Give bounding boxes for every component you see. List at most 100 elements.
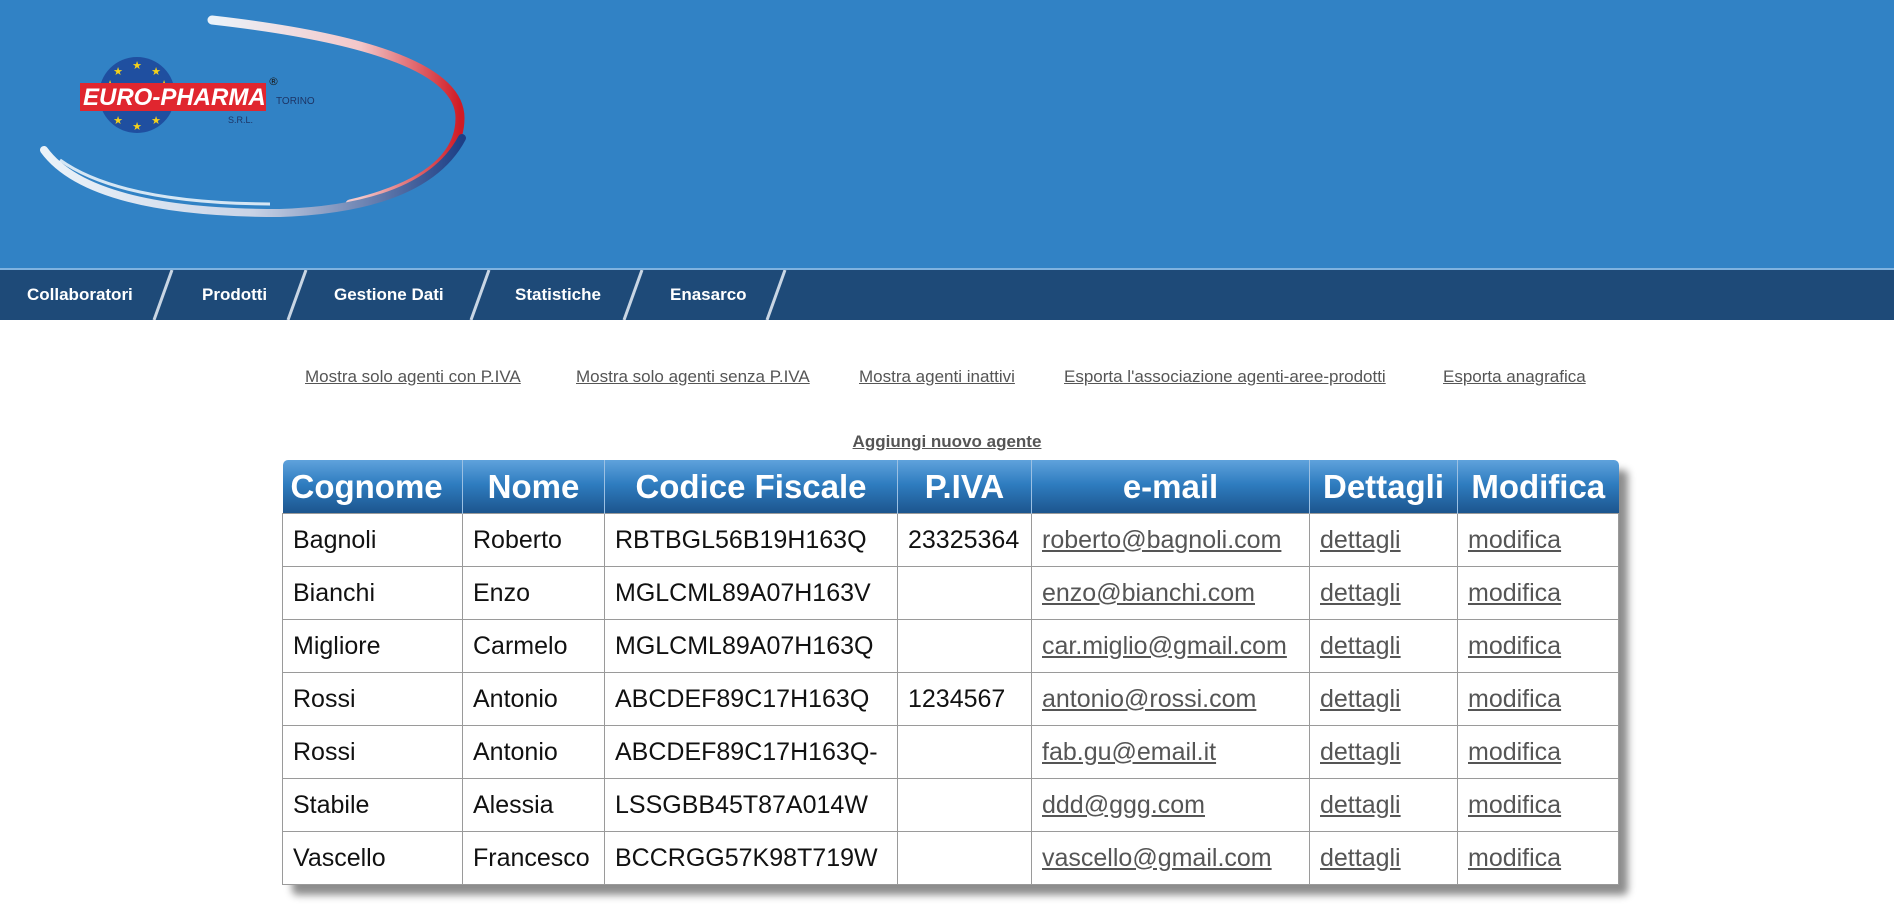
- filter-with-piva-link[interactable]: Mostra solo agenti con P.IVA: [305, 367, 521, 387]
- edit-link[interactable]: modifica: [1468, 632, 1561, 660]
- cell-piva: [897, 725, 1032, 779]
- table-row: Stabile Alessia LSSGBB45T87A014W ddd@ggg…: [282, 778, 1619, 832]
- table-header-row: Cognome Nome Codice Fiscale P.IVA e-mail…: [282, 460, 1619, 514]
- svg-text:★: ★: [113, 65, 123, 78]
- svg-text:★: ★: [113, 114, 123, 127]
- edit-link[interactable]: modifica: [1468, 738, 1561, 766]
- svg-text:TORINO: TORINO: [276, 96, 315, 107]
- cell-modifica: modifica: [1457, 831, 1619, 885]
- details-link[interactable]: dettagli: [1320, 791, 1401, 819]
- cell-cognome: Vascello: [282, 831, 463, 885]
- svg-text:★: ★: [151, 114, 161, 127]
- email-link[interactable]: antonio@rossi.com: [1042, 685, 1256, 713]
- add-agent-container: Aggiungi nuovo agente: [0, 432, 1894, 452]
- cell-email: antonio@rossi.com: [1031, 672, 1310, 726]
- table-row: Rossi Antonio ABCDEF89C17H163Q- fab.gu@e…: [282, 725, 1619, 779]
- cell-codice-fiscale: MGLCML89A07H163Q: [604, 619, 898, 673]
- cell-dettagli: dettagli: [1309, 725, 1458, 779]
- cell-cognome: Bagnoli: [282, 513, 463, 567]
- email-link[interactable]: vascello@gmail.com: [1042, 844, 1272, 872]
- nav-separator: [286, 270, 308, 320]
- cell-email: enzo@bianchi.com: [1031, 566, 1310, 620]
- cell-modifica: modifica: [1457, 778, 1619, 832]
- nav-item-collaboratori[interactable]: Collaboratori: [27, 270, 133, 320]
- cell-nome: Enzo: [462, 566, 605, 620]
- email-link[interactable]: car.miglio@gmail.com: [1042, 632, 1287, 660]
- site-header: ★ ★ ★ ★ ★ ★ ★ ★ ★ ★ EURO-PHARMA ® TORINO…: [0, 0, 1894, 268]
- column-header-nome: Nome: [462, 460, 605, 514]
- cell-codice-fiscale: ABCDEF89C17H163Q-: [604, 725, 898, 779]
- column-header-modifica: Modifica: [1457, 460, 1619, 514]
- table-row: Bagnoli Roberto RBTBGL56B19H163Q 2332536…: [282, 513, 1619, 567]
- show-inactive-agents-link[interactable]: Mostra agenti inattivi: [859, 367, 1015, 387]
- nav-item-enasarco[interactable]: Enasarco: [670, 270, 747, 320]
- company-logo[interactable]: ★ ★ ★ ★ ★ ★ ★ ★ ★ ★ EURO-PHARMA ® TORINO…: [30, 8, 470, 228]
- agents-table-container: Cognome Nome Codice Fiscale P.IVA e-mail…: [282, 460, 1619, 885]
- nav-item-gestione-dati[interactable]: Gestione Dati: [334, 270, 444, 320]
- column-header-cognome: Cognome: [282, 460, 463, 514]
- cell-modifica: modifica: [1457, 672, 1619, 726]
- add-agent-link[interactable]: Aggiungi nuovo agente: [853, 432, 1042, 451]
- cell-dettagli: dettagli: [1309, 619, 1458, 673]
- details-link[interactable]: dettagli: [1320, 844, 1401, 872]
- nav-separator: [622, 270, 644, 320]
- cell-email: vascello@gmail.com: [1031, 831, 1310, 885]
- cell-piva: [897, 619, 1032, 673]
- main-navbar: Collaboratori Prodotti Gestione Dati Sta…: [0, 270, 1894, 320]
- email-link[interactable]: fab.gu@email.it: [1042, 738, 1216, 766]
- cell-modifica: modifica: [1457, 566, 1619, 620]
- cell-nome: Roberto: [462, 513, 605, 567]
- cell-cognome: Rossi: [282, 725, 463, 779]
- cell-codice-fiscale: RBTBGL56B19H163Q: [604, 513, 898, 567]
- details-link[interactable]: dettagli: [1320, 632, 1401, 660]
- cell-email: ddd@ggg.com: [1031, 778, 1310, 832]
- details-link[interactable]: dettagli: [1320, 685, 1401, 713]
- export-agents-areas-products-link[interactable]: Esporta l'associazione agenti-aree-prodo…: [1064, 367, 1386, 387]
- filter-without-piva-link[interactable]: Mostra solo agenti senza P.IVA: [576, 367, 810, 387]
- cell-modifica: modifica: [1457, 513, 1619, 567]
- cell-modifica: modifica: [1457, 619, 1619, 673]
- logo-brand-text: EURO-PHARMA: [83, 84, 266, 111]
- details-link[interactable]: dettagli: [1320, 579, 1401, 607]
- cell-nome: Carmelo: [462, 619, 605, 673]
- edit-link[interactable]: modifica: [1468, 685, 1561, 713]
- export-registry-link[interactable]: Esporta anagrafica: [1443, 367, 1586, 387]
- cell-piva: 1234567: [897, 672, 1032, 726]
- email-link[interactable]: ddd@ggg.com: [1042, 791, 1205, 819]
- column-header-email: e-mail: [1031, 460, 1310, 514]
- cell-cognome: Migliore: [282, 619, 463, 673]
- nav-separator: [469, 270, 491, 320]
- nav-item-prodotti[interactable]: Prodotti: [202, 270, 267, 320]
- table-row: Vascello Francesco BCCRGG57K98T719W vasc…: [282, 831, 1619, 885]
- cell-email: fab.gu@email.it: [1031, 725, 1310, 779]
- cell-codice-fiscale: BCCRGG57K98T719W: [604, 831, 898, 885]
- edit-link[interactable]: modifica: [1468, 844, 1561, 872]
- column-header-dettagli: Dettagli: [1309, 460, 1458, 514]
- email-link[interactable]: enzo@bianchi.com: [1042, 579, 1255, 607]
- cell-cognome: Bianchi: [282, 566, 463, 620]
- edit-link[interactable]: modifica: [1468, 526, 1561, 554]
- cell-cognome: Rossi: [282, 672, 463, 726]
- cell-piva: [897, 566, 1032, 620]
- cell-dettagli: dettagli: [1309, 513, 1458, 567]
- column-header-codice-fiscale: Codice Fiscale: [604, 460, 898, 514]
- nav-item-statistiche[interactable]: Statistiche: [515, 270, 601, 320]
- cell-piva: 23325364: [897, 513, 1032, 567]
- nav-separator: [152, 270, 174, 320]
- cell-nome: Antonio: [462, 672, 605, 726]
- table-row: Rossi Antonio ABCDEF89C17H163Q 1234567 a…: [282, 672, 1619, 726]
- svg-text:★: ★: [151, 65, 161, 78]
- email-link[interactable]: roberto@bagnoli.com: [1042, 526, 1281, 554]
- table-row: Migliore Carmelo MGLCML89A07H163Q car.mi…: [282, 619, 1619, 673]
- table-row: Bianchi Enzo MGLCML89A07H163V enzo@bianc…: [282, 566, 1619, 620]
- cell-email: car.miglio@gmail.com: [1031, 619, 1310, 673]
- column-header-piva: P.IVA: [897, 460, 1032, 514]
- details-link[interactable]: dettagli: [1320, 738, 1401, 766]
- details-link[interactable]: dettagli: [1320, 526, 1401, 554]
- cell-modifica: modifica: [1457, 725, 1619, 779]
- edit-link[interactable]: modifica: [1468, 579, 1561, 607]
- edit-link[interactable]: modifica: [1468, 791, 1561, 819]
- cell-dettagli: dettagli: [1309, 672, 1458, 726]
- cell-email: roberto@bagnoli.com: [1031, 513, 1310, 567]
- cell-piva: [897, 831, 1032, 885]
